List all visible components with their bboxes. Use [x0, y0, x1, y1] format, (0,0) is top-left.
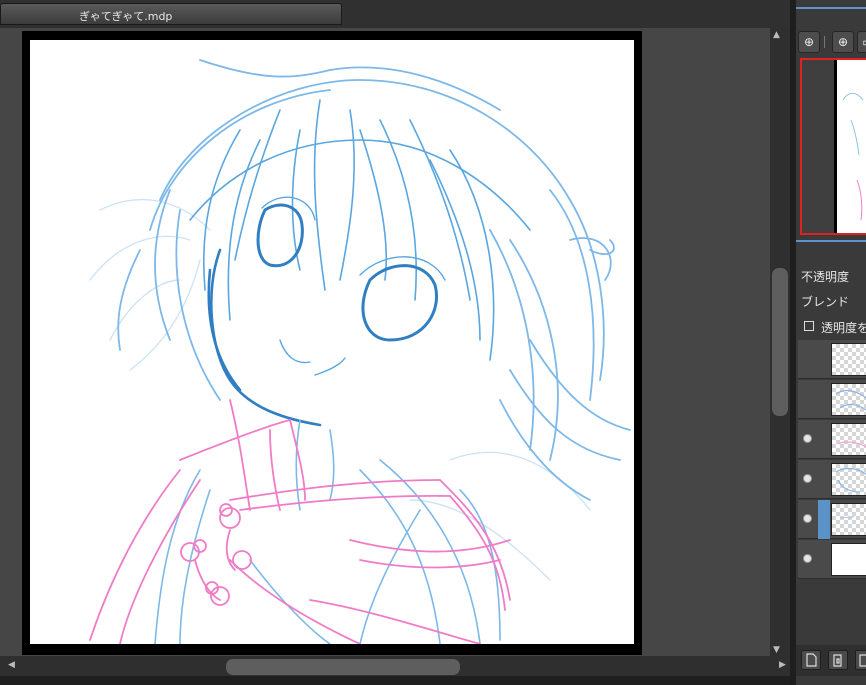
blend-label: ブレンド	[801, 295, 850, 309]
copy-layer-button[interactable]	[828, 650, 848, 670]
zoom-in-button[interactable]: ⊕	[832, 31, 854, 53]
layer-thumbnail	[831, 503, 866, 536]
layer-row-selected[interactable]	[798, 500, 866, 539]
document-tab[interactable]: ぎゃてぎゃて.mdp	[0, 3, 342, 25]
navigator-sketch-thumb	[842, 92, 864, 221]
selection-highlight	[818, 500, 830, 539]
layer-row[interactable]	[798, 380, 866, 419]
toolbar-separator	[824, 36, 825, 48]
copy-layer-icon	[833, 654, 842, 667]
delete-layer-button[interactable]	[855, 650, 866, 670]
horizontal-scroll-thumb[interactable]	[226, 659, 460, 675]
layer-row[interactable]	[798, 540, 866, 579]
eye-icon[interactable]	[803, 434, 812, 443]
opacity-label: 不透明度	[801, 270, 850, 284]
sketch-artwork	[89, 59, 631, 644]
new-layer-button[interactable]	[801, 650, 821, 670]
drawing-canvas[interactable]	[30, 40, 634, 644]
delete-layer-icon	[859, 654, 866, 667]
vertical-scroll-thumb[interactable]	[772, 268, 788, 416]
panel-accent-line	[796, 7, 866, 9]
protect-alpha-label: 透明度を	[821, 321, 866, 335]
layer-thumbnail	[831, 343, 866, 376]
eye-icon[interactable]	[803, 474, 812, 483]
eye-icon[interactable]	[803, 514, 812, 523]
zoom-fit-button[interactable]: ⊕	[798, 31, 820, 53]
status-strip	[0, 676, 866, 685]
protect-alpha-checkbox[interactable]	[804, 321, 814, 331]
zoom-fit-icon: ⊕	[803, 35, 815, 49]
layer-thumbnail	[831, 543, 866, 576]
layer-thumbnail	[831, 383, 866, 416]
eye-icon[interactable]	[803, 554, 812, 563]
zoom-out-button[interactable]: ▭	[857, 31, 866, 53]
navigator-background	[802, 60, 836, 233]
scroll-up-arrow[interactable]: ▲	[773, 30, 780, 40]
layer-list-empty-area	[798, 579, 866, 645]
properties-accent-line	[796, 240, 866, 242]
layer-row[interactable]	[798, 340, 866, 379]
new-layer-icon	[806, 653, 817, 667]
layer-thumbnail	[831, 463, 866, 496]
document-tab-title: ぎゃてぎゃて.mdp	[79, 10, 173, 23]
scroll-down-arrow[interactable]: ▼	[773, 645, 780, 655]
zoom-out-icon: ▭	[862, 35, 866, 49]
zoom-in-icon: ⊕	[837, 35, 849, 49]
scroll-left-arrow[interactable]: ◀	[8, 660, 15, 670]
navigator-canvas-thumbnail	[837, 60, 866, 233]
layer-row[interactable]	[798, 420, 866, 459]
layer-thumbnail	[831, 423, 866, 456]
scroll-right-arrow[interactable]: ▶	[779, 660, 786, 670]
layer-row[interactable]	[798, 460, 866, 499]
